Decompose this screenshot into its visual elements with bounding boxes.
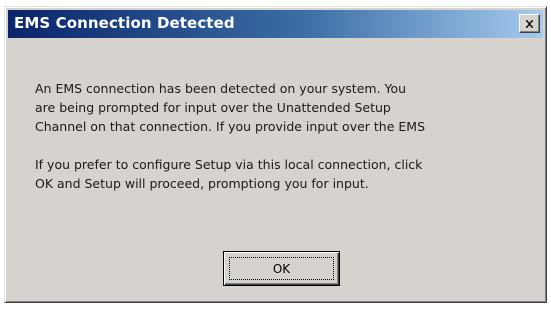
message-line: An EMS connection has been detected on y…	[35, 81, 407, 96]
ems-dialog-window: EMS Connection Detected An EMS connectio…	[4, 6, 547, 303]
ok-button[interactable]: OK	[223, 251, 340, 286]
message-line: If you prefer to configure Setup via thi…	[35, 157, 423, 172]
ok-button-label: OK	[229, 257, 334, 280]
message-line: Channel on that connection. If you provi…	[35, 119, 426, 134]
close-x-icon	[526, 19, 533, 28]
dialog-title: EMS Connection Detected	[14, 14, 235, 32]
message-line: OK and Setup will proceed, promptiong yo…	[35, 176, 369, 191]
dialog-message: An EMS connection has been detected on y…	[35, 79, 535, 193]
message-line: are being prompted for input over the Un…	[35, 100, 391, 115]
close-button[interactable]	[519, 14, 540, 33]
dialog-titlebar[interactable]: EMS Connection Detected	[8, 10, 543, 38]
